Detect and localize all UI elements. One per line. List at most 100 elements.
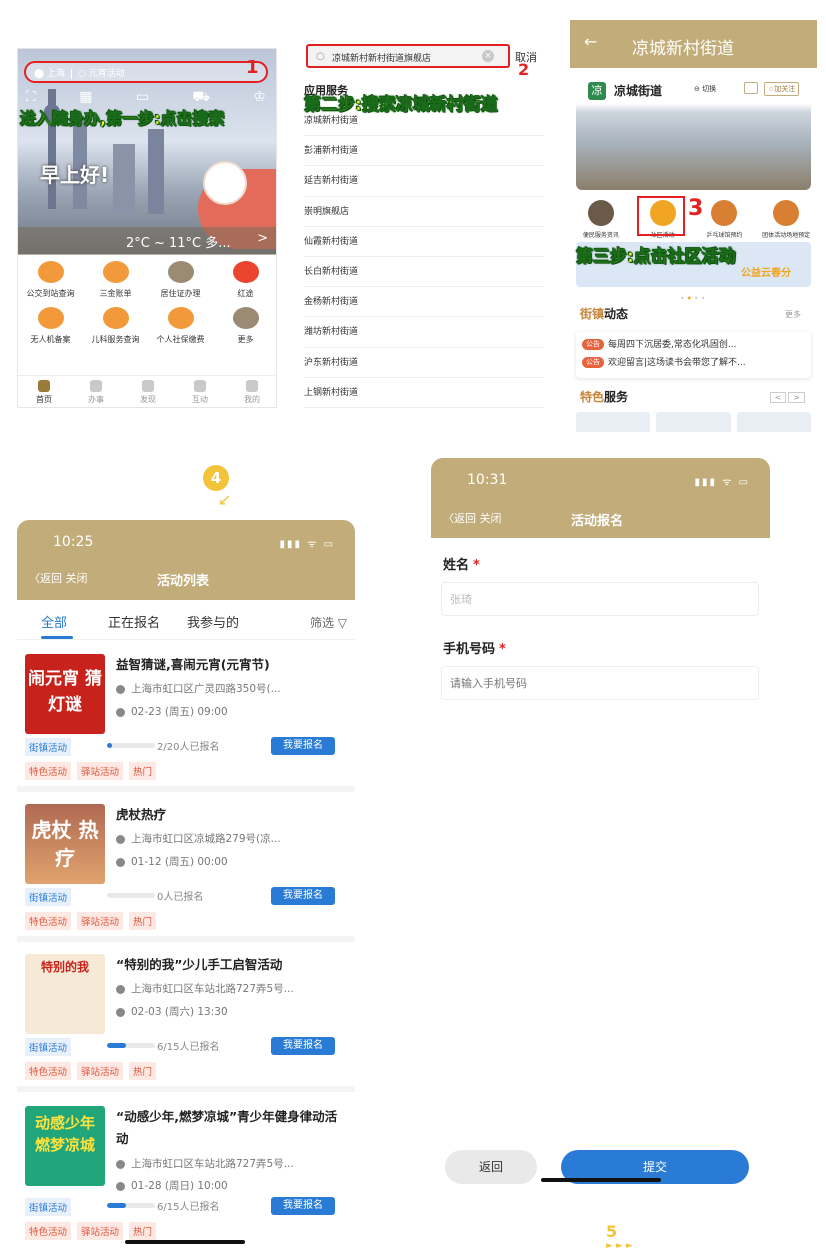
activity-card[interactable]: 闹元宵 猜灯谜 益智猜谜,喜闹元宵(元宵节) 上海市虹口区广灵四路350号(..… (17, 644, 355, 792)
curved-arrow-icon: ↙ (218, 490, 232, 509)
activity-location: 上海市虹口区广灵四路350号(... (116, 681, 281, 696)
home-search-bar[interactable]: ⬤ 上海 ○ 元宵活动 (24, 61, 268, 83)
result-item[interactable]: 彭浦新村街道 (304, 136, 544, 167)
activity-title: 虎杖热疗 (116, 807, 167, 822)
news-item[interactable]: 公告 欢迎留言|这场读书会带您了解不... (582, 354, 805, 372)
title-rest: 动态 (604, 307, 629, 321)
service-item-bill[interactable]: 三金账单 (83, 261, 148, 299)
service-item-more[interactable]: 更多 (213, 307, 276, 345)
tab-all[interactable]: 全部 (41, 612, 67, 631)
signup-button[interactable]: 我要报名 (271, 887, 335, 905)
label-text: 手机号码 (443, 642, 496, 657)
news-list: 公告 每周四下沉居委,常态化巩固创... 公告 欢迎留言|这场读书会带您了解不... (576, 332, 811, 378)
prev-button[interactable]: < (769, 392, 787, 403)
clock-icon (116, 857, 125, 867)
feature-tag: 驿站活动 (77, 1222, 124, 1240)
weather-strip[interactable]: 2°C ~ 11°C 多... > (18, 227, 276, 255)
service-tile[interactable] (736, 412, 811, 432)
quick-link-info[interactable]: 便民服务资讯 (573, 200, 629, 239)
home-indicator (125, 1240, 245, 1244)
divider (70, 68, 72, 79)
step-1-caption: 进入随身办,第一步:点击搜索 (20, 109, 225, 129)
signup-button[interactable]: 我要报名 (271, 1037, 335, 1055)
page-title: 凉城新村街道 (632, 39, 734, 59)
search-value: 凉城新村新村街道旗舰店 (332, 54, 432, 64)
activity-date: 01-28 (周日) 10:00 (116, 1178, 228, 1193)
location-pin-icon (116, 1159, 125, 1169)
quick-link-ping-pong[interactable]: 乒乓球馆预约 (696, 200, 752, 239)
service-item-redtour[interactable]: 红途 (213, 261, 276, 299)
registration-header: 10:31 ▮▮▮ ᯤ ▭ 〈返回 关闭 活动报名 (431, 458, 770, 538)
phone-field[interactable] (441, 666, 759, 700)
activity-card[interactable]: 特别的我 “特别的我”少儿手工启智活动 上海市虹口区车站北路727弄5号... … (17, 944, 355, 1092)
home-screen-panel: ⬤ 上海 ○ 元宵活动 1 ⛶ ▦ ▭ ⛟ ♔ 早上好! 2°C ~ 11°C 多… (17, 48, 277, 408)
title-rest: 服务 (604, 390, 629, 404)
org-card: 凉 凉城街道 ⊖ 切换 ☆加关注 (576, 70, 811, 190)
signup-progress-bar (107, 1203, 155, 1208)
tab-joined[interactable]: 我参与的 (187, 612, 239, 631)
info-icon (587, 200, 614, 226)
back-close-nav[interactable]: 〈返回 关闭 (29, 570, 88, 586)
service-label: 公交到站查询 (26, 289, 75, 298)
date-text: 01-12 (周五) 00:00 (131, 856, 228, 868)
location-pin-icon (116, 684, 125, 694)
title-highlight: 特色 (580, 390, 605, 404)
activity-location: 上海市虹口区凉城路279号(凉... (116, 831, 281, 846)
carousel-arrows: < > (768, 392, 805, 403)
divider (17, 936, 355, 942)
next-button[interactable]: > (788, 392, 805, 403)
back-arrow-icon[interactable]: ← (584, 32, 597, 51)
quick-link-venue[interactable]: 团体活动场地预定 (758, 200, 814, 239)
result-item[interactable]: 沪东新村街道 (304, 348, 544, 378)
tab-discover[interactable]: 发现 (140, 376, 156, 407)
news-item[interactable]: 公告 每周四下沉居委,常态化巩固创... (582, 336, 805, 354)
status-time: 10:25 (53, 534, 94, 550)
result-item[interactable]: 延吉新村街道 (304, 166, 544, 197)
tab-home[interactable]: 首页 (36, 376, 52, 407)
location-text: 上海市虹口区广灵四路350号(... (131, 683, 281, 695)
back-button[interactable]: 返回 (445, 1150, 537, 1184)
progress-fill (107, 1043, 127, 1048)
activity-card[interactable]: 动感少年 燃梦凉城 “动感少年,燃梦凉城”青少年健身律动活动 上海市虹口区车站北… (17, 1096, 355, 1255)
signup-button[interactable]: 我要报名 (271, 737, 335, 755)
activity-tags: 特色活动 驿站活动 热门 (25, 912, 157, 930)
result-item[interactable]: 潍坊新村街道 (304, 317, 544, 348)
service-item-residence[interactable]: 居住证办理 (148, 261, 213, 299)
required-mark: * (499, 642, 506, 657)
search-input[interactable]: ○ 凉城新村新村街道旗舰店 × (306, 44, 510, 68)
signup-count: 0人已报名 (157, 892, 204, 903)
switch-button[interactable]: ⊖ 切换 (694, 84, 716, 94)
step-2-caption: 第二步:搜索凉城新村街道 (304, 95, 498, 116)
tab-registering[interactable]: 正在报名 (108, 612, 160, 631)
filter-button[interactable]: 筛选 ▽ (310, 614, 347, 631)
crown-icon[interactable]: ♔ (253, 89, 266, 107)
signup-button[interactable]: 我要报名 (271, 1197, 335, 1215)
tab-label: 我的 (244, 395, 260, 404)
location-pin-icon (116, 834, 125, 844)
result-item[interactable]: 仙霞新村街道 (304, 227, 544, 257)
service-item-bus[interactable]: 公交到站查询 (18, 261, 83, 299)
tab-services[interactable]: 办事 (88, 376, 104, 407)
back-close-nav[interactable]: 〈返回 关闭 (443, 510, 502, 526)
more-icon (232, 307, 259, 329)
notice-badge: 公告 (582, 339, 604, 350)
name-field[interactable] (441, 582, 759, 616)
follow-button[interactable]: ☆加关注 (764, 82, 800, 96)
share-icon[interactable] (744, 82, 758, 94)
ping-pong-icon (711, 200, 738, 226)
service-item-insurance[interactable]: 个人社保缴费 (148, 307, 213, 345)
result-item[interactable]: 长白新村街道 (304, 257, 544, 288)
clear-icon[interactable]: × (482, 50, 494, 62)
result-item[interactable]: 崇明旗舰店 (304, 197, 544, 227)
result-item[interactable]: 上钢新村街道 (304, 378, 544, 408)
activity-card[interactable]: 虎杖 热疗 虎杖热疗 上海市虹口区凉城路279号(凉... 01-12 (周五)… (17, 794, 355, 942)
tab-mine[interactable]: 我的 (244, 376, 260, 407)
more-link[interactable]: 更多 (785, 309, 801, 320)
service-item-drone[interactable]: 无人机备案 (18, 307, 83, 345)
result-item[interactable]: 金杨新村街道 (304, 287, 544, 318)
service-tile[interactable] (656, 412, 731, 432)
service-item-pediatric[interactable]: 儿科服务查询 (83, 307, 148, 345)
tab-interact[interactable]: 互动 (192, 376, 208, 407)
service-tile[interactable] (576, 412, 651, 432)
service-tiles (576, 412, 811, 432)
